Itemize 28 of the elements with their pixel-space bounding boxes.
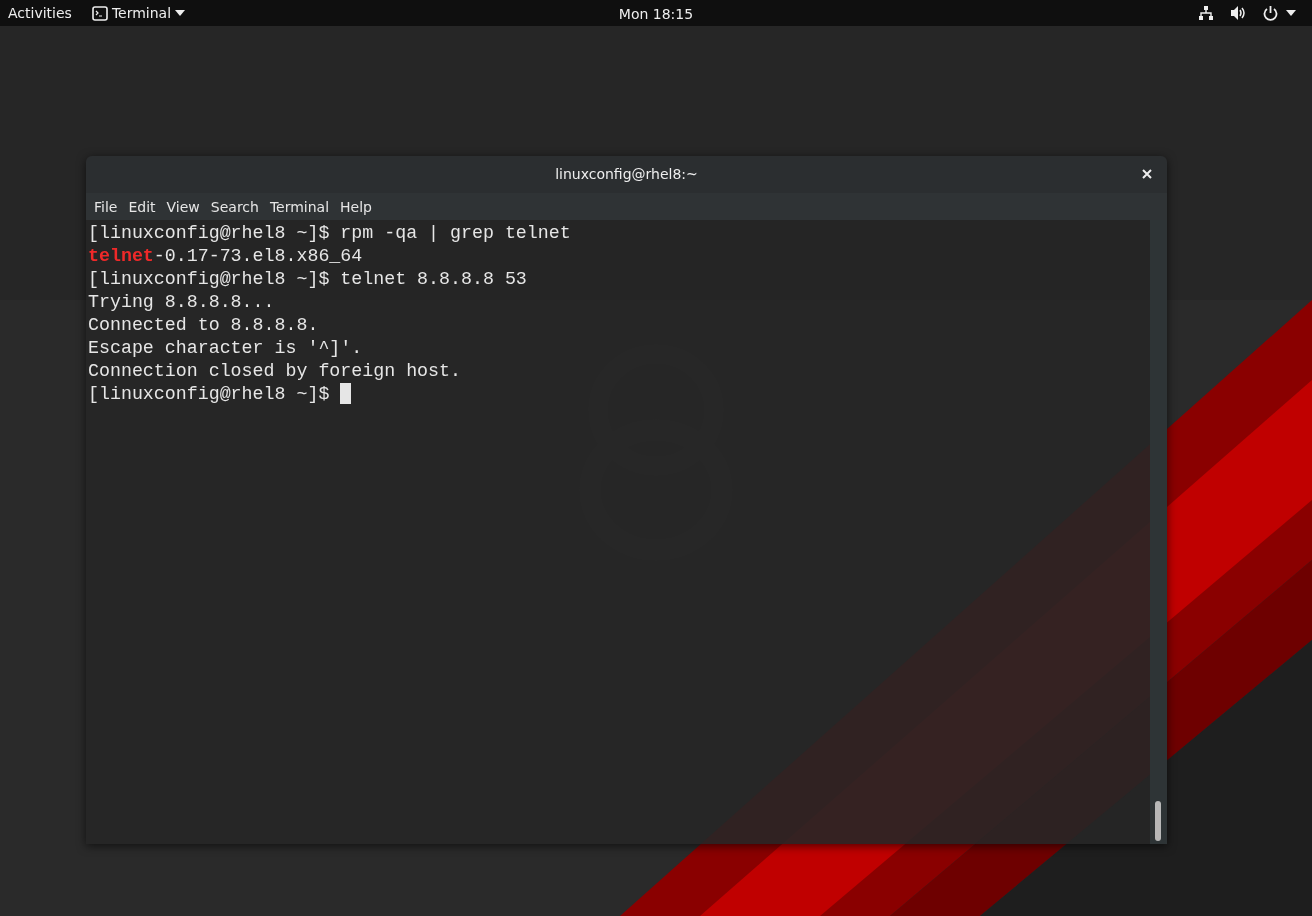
menu-item[interactable]: Edit xyxy=(128,193,164,220)
terminal-line: -0.17-73.el8.x86_64 xyxy=(153,245,363,268)
highlighted-match: telnet xyxy=(88,245,154,268)
caret-icon xyxy=(175,10,186,16)
menu-item[interactable]: Terminal xyxy=(269,193,338,220)
power-menu[interactable] xyxy=(1263,5,1296,21)
menu-item[interactable]: File xyxy=(94,193,126,220)
menu-item[interactable]: Search xyxy=(210,193,267,220)
terminal-line: Escape character is '^]'. xyxy=(88,338,363,358)
scrollbar[interactable] xyxy=(1150,220,1167,844)
scrollbar-thumb[interactable] xyxy=(1155,801,1161,841)
terminal-line: [linuxconfig@rhel8 ~]$ telnet 8.8.8.8 53 xyxy=(88,269,527,289)
menu-item[interactable]: Help xyxy=(340,193,380,220)
window-title: linuxconfig@rhel8:~ xyxy=(555,165,698,184)
terminal-line: Trying 8.8.8.8... xyxy=(88,292,275,312)
terminal-line: [linuxconfig@rhel8 ~]$ rpm -qa | grep telnet xyxy=(88,223,571,243)
volume-icon[interactable] xyxy=(1230,5,1247,21)
terminal-line: [linuxconfig@rhel8 ~]$ xyxy=(88,383,331,406)
network-icon[interactable] xyxy=(1198,5,1214,21)
caret-icon xyxy=(1286,10,1296,16)
terminal-icon xyxy=(91,5,108,21)
terminal-line: Connection closed by foreign host. xyxy=(88,361,461,381)
activities-button[interactable]: Activities xyxy=(8,2,72,24)
app-menu[interactable]: Terminal xyxy=(91,2,186,24)
menu-item[interactable]: View xyxy=(166,193,208,220)
terminal-line: Connected to 8.8.8.8. xyxy=(88,315,319,335)
clock[interactable]: Mon 18:15 xyxy=(618,4,694,25)
power-icon xyxy=(1263,5,1278,21)
